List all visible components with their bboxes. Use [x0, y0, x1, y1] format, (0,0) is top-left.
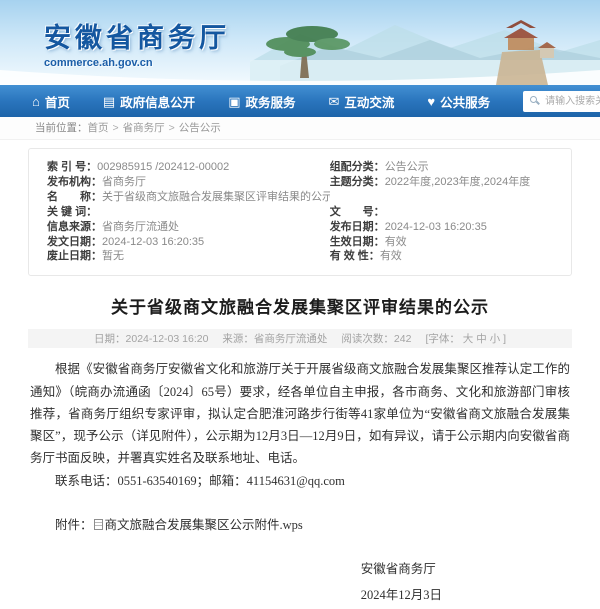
meta-row-validity: 有 效 性：有效 [330, 249, 561, 264]
nav-item-label: 首页 [45, 92, 70, 111]
nav-item-info-disclosure[interactable]: ▤ 政府信息公开 [103, 92, 195, 111]
meta-row-index-number: 索 引 号：002985915 /202412-00002 [47, 160, 330, 175]
meta-row-category: 组配分类：公告公示 [330, 160, 561, 175]
article-body: 根据《安徽省商务厅安徽省文化和旅游厅关于开展省级商文旅融合发展集聚区推荐认定工作… [30, 358, 570, 608]
nav-item-label: 政务服务 [245, 92, 295, 111]
page-title: 关于省级商文旅融合发展集聚区评审结果的公示 [0, 293, 600, 318]
article-view-count: 阅读次数：242 [341, 331, 411, 346]
contact-info: 联系电话：0551-63540169；邮箱：41154631@qq.com [30, 470, 570, 492]
page: 安徽省商务厅 commerce.ah.gov.cn ⌂ 首页 ▤ 政府信息公开 … [0, 0, 600, 609]
attachment-label: 附件： [55, 518, 93, 532]
nav-item-label: 公共服务 [440, 92, 490, 111]
meta-row-keywords: 关 键 词： [47, 205, 330, 220]
nav-item-home[interactable]: ⌂ 首页 [32, 92, 70, 111]
meta-column-right: 组配分类：公告公示 主题分类：2022年度,2023年度,2024年度 文 号：… [330, 160, 561, 264]
meta-row-blank [330, 190, 561, 205]
attachment-line: 附件： 商文旅融合发展集聚区公示附件.wps [30, 514, 570, 536]
nav-item-label: 互动交流 [344, 92, 394, 111]
search-icon [530, 96, 537, 103]
meta-row-source: 信息来源：省商务厅流通处 [47, 220, 330, 235]
font-size-small-button[interactable]: 小 [490, 333, 501, 345]
attachment-file-link[interactable]: 商文旅融合发展集聚区公示附件.wps [105, 518, 303, 532]
breadcrumb-prefix: 当前位置： [35, 122, 88, 134]
breadcrumb-separator: > [113, 122, 119, 134]
site-logo-text: 安徽省商务厅 [44, 16, 230, 55]
document-meta-table: 索 引 号：002985915 /202412-00002 发布机构：省商务厅 … [28, 148, 572, 276]
meta-row-issuing-org: 发布机构：省商务厅 [47, 175, 330, 190]
meta-row-title: 名 称：关于省级商文旅融合发展集聚区评审结果的公示 [47, 190, 330, 205]
font-size-controls: [字体： 大 中 小 ] [425, 331, 506, 346]
chat-bubbles-icon: ✉ [329, 95, 340, 108]
meta-row-effective-date: 生效日期：有效 [330, 235, 561, 250]
breadcrumb-separator: > [169, 122, 175, 134]
meta-row-issue-date: 发文日期：2024-12-03 16:20:35 [47, 235, 330, 250]
meta-row-doc-number: 文 号： [330, 205, 561, 220]
meta-column-left: 索 引 号：002985915 /202412-00002 发布机构：省商务厅 … [47, 160, 330, 264]
article-info-bar: 日期：2024-12-03 16:20 来源：省商务厅流通处 阅读次数：242 … [28, 329, 572, 348]
breadcrumb-dept-link[interactable]: 省商务厅 [123, 122, 165, 134]
font-size-label-suffix: ] [503, 333, 506, 345]
monitor-icon: ▣ [228, 95, 240, 108]
nav-item-interaction[interactable]: ✉ 互动交流 [329, 92, 395, 111]
announcement-paragraph: 根据《安徽省商务厅安徽省文化和旅游厅关于开展省级商文旅融合发展集聚区推荐认定工作… [30, 358, 570, 469]
file-document-icon [94, 519, 103, 530]
main-nav: ⌂ 首页 ▤ 政府信息公开 ▣ 政务服务 ✉ 互动交流 ♥ 公共服务 搜索 [0, 85, 600, 117]
font-size-label: [字体： [425, 333, 459, 345]
signature-org: 安徽省商务厅 [361, 556, 442, 582]
nav-item-gov-services[interactable]: ▣ 政务服务 [228, 92, 295, 111]
article-date: 日期：2024-12-03 16:20 [94, 331, 208, 346]
site-url: commerce.ah.gov.cn [44, 57, 230, 69]
font-size-large-button[interactable]: 大 [463, 333, 474, 345]
breadcrumb: 当前位置：首页 > 省商务厅 > 公告公示 [0, 117, 600, 140]
site-header: 安徽省商务厅 commerce.ah.gov.cn [0, 0, 600, 85]
signature-date: 2024年12月3日 [361, 582, 442, 608]
meta-row-topic: 主题分类：2022年度,2023年度,2024年度 [330, 175, 561, 190]
service-heart-icon: ♥ [427, 95, 435, 108]
brand: 安徽省商务厅 commerce.ah.gov.cn [44, 16, 230, 69]
breadcrumb-current: 公告公示 [179, 122, 221, 134]
nav-item-label: 政府信息公开 [120, 92, 195, 111]
breadcrumb-home-link[interactable]: 首页 [88, 122, 109, 134]
search-box: 搜索 [523, 90, 600, 112]
nav-item-public-services[interactable]: ♥ 公共服务 [427, 92, 490, 111]
font-size-medium-button[interactable]: 中 [476, 333, 487, 345]
main-content: 索 引 号：002985915 /202412-00002 发布机构：省商务厅 … [0, 148, 600, 609]
signature-block: 安徽省商务厅 2024年12月3日 [361, 556, 442, 609]
document-grid-icon: ▤ [103, 95, 115, 108]
home-icon: ⌂ [32, 95, 40, 108]
meta-row-repeal-date: 废止日期：暂无 [47, 249, 330, 264]
article-source: 来源：省商务厅流通处 [222, 331, 327, 346]
meta-row-publish-date: 发布日期：2024-12-03 16:20:35 [330, 220, 561, 235]
